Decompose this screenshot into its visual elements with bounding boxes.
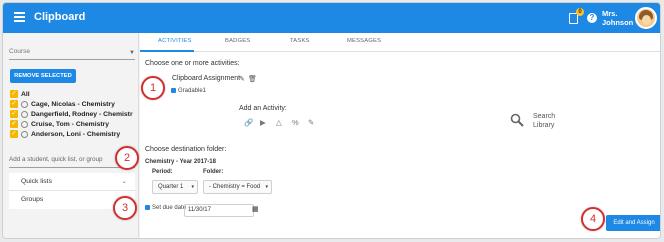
activity-icons: 🔗 ▶ △ % ✎ xyxy=(244,118,324,128)
search-library-label[interactable]: Search Library xyxy=(533,112,555,130)
help-icon[interactable]: ? xyxy=(587,13,597,23)
gradable-checkbox[interactable]: Gradable1 xyxy=(171,88,206,94)
person-icon xyxy=(21,100,28,108)
course-select[interactable]: Course ▼ xyxy=(9,48,135,60)
checkbox-checked-icon[interactable]: ✓ xyxy=(10,120,18,128)
user-name[interactable]: Mrs. Johnson xyxy=(602,9,633,27)
drive-icon[interactable]: △ xyxy=(276,118,282,127)
link-icon[interactable]: 🔗 xyxy=(244,118,253,127)
step-marker-1: 1 xyxy=(141,76,165,100)
student-row-all[interactable]: ✓ All xyxy=(10,89,133,99)
quick-lists-item[interactable]: Quick lists ⌄ xyxy=(9,173,135,191)
assignment-title: Clipboard Assignment xyxy=(172,75,241,82)
folder-select[interactable]: - Chemistry = Food ▾ xyxy=(203,180,272,194)
student-name: Dangerfield, Rodney - Chemistr xyxy=(31,110,133,118)
person-icon xyxy=(21,110,28,118)
choose-folder-label: Choose destination folder: xyxy=(145,146,227,153)
student-name: Cage, Nicolas - Chemistry xyxy=(31,100,115,108)
app-window: Clipboard 0 ? Mrs. Johnson Course ▼ REMO… xyxy=(2,2,661,239)
caret-down-icon: ▼ xyxy=(129,50,135,56)
student-list: ✓ All ✓ Cage, Nicolas - Chemistry ✓ Dang… xyxy=(10,89,133,139)
course-placeholder: Course xyxy=(9,48,30,55)
folder-year: Chemistry - Year 2017-18 xyxy=(145,159,216,165)
tab-messages[interactable]: MESSAGES xyxy=(347,38,381,44)
set-due-date-label: Set due date xyxy=(152,205,187,212)
step-marker-4: 4 xyxy=(581,207,605,231)
link-icon[interactable]: % xyxy=(292,118,299,127)
youtube-icon[interactable]: ▶ xyxy=(260,118,266,127)
app-title: Clipboard xyxy=(34,11,86,23)
student-row[interactable]: ✓ Cage, Nicolas - Chemistry xyxy=(10,99,133,109)
student-name: Cruise, Tom - Chemistry xyxy=(31,120,110,128)
checkbox-checked-icon[interactable]: ✓ xyxy=(10,90,18,98)
period-select[interactable]: Quarter 1 ▾ xyxy=(152,180,198,194)
tab-activities[interactable]: ACTIVITIES xyxy=(158,38,192,44)
user-surname: Johnson xyxy=(602,18,634,27)
search-icon[interactable] xyxy=(510,113,524,127)
user-title: Mrs. xyxy=(602,9,618,18)
student-row[interactable]: ✓ Anderson, Loni - Chemistry xyxy=(10,129,133,139)
student-name: Anderson, Loni - Chemistry xyxy=(31,130,121,138)
person-icon xyxy=(21,120,28,128)
checkbox-checked-icon[interactable]: ✓ xyxy=(10,100,18,108)
checkbox-checked-icon[interactable]: ✓ xyxy=(10,110,18,118)
trash-icon[interactable]: 🗑 xyxy=(248,75,257,83)
pencil-icon[interactable]: ✎ xyxy=(308,118,314,127)
due-date-input[interactable]: 11/30/17 xyxy=(184,204,254,217)
tab-badges[interactable]: BADGES xyxy=(225,38,250,44)
pencil-icon[interactable]: ✎ xyxy=(239,75,245,83)
choose-activities-label: Choose one or more activities: xyxy=(145,60,240,67)
step-marker-3: 3 xyxy=(113,196,137,220)
tab-tasks[interactable]: TASKS xyxy=(290,38,310,44)
notification-badge: 0 xyxy=(576,8,584,16)
add-activity-label: Add an Activity: xyxy=(239,105,287,112)
folder-label: Folder: xyxy=(203,169,224,175)
checkbox-checked-icon[interactable]: ✓ xyxy=(10,130,18,138)
checkbox-checked-icon xyxy=(171,88,176,93)
student-row[interactable]: ✓ Dangerfield, Rodney - Chemistr xyxy=(10,109,133,119)
student-row[interactable]: ✓ Cruise, Tom - Chemistry xyxy=(10,119,133,129)
top-bar: Clipboard 0 ? Mrs. Johnson xyxy=(3,3,660,33)
calendar-icon[interactable]: ▦ xyxy=(252,205,259,213)
remove-selected-button[interactable]: REMOVE SELECTED xyxy=(10,69,76,83)
period-value: Quarter 1 xyxy=(158,184,184,190)
folder-value: - Chemistry = Food xyxy=(209,184,261,190)
quick-lists-label: Quick lists xyxy=(21,178,52,185)
student-name: All xyxy=(21,90,30,98)
set-due-date-checkbox[interactable]: Set due date xyxy=(145,205,186,211)
chevron-down-icon: ⌄ xyxy=(121,178,127,185)
checkbox-checked-icon xyxy=(145,205,150,210)
menu-icon[interactable] xyxy=(14,12,25,22)
gradable-label: Gradable1 xyxy=(178,88,207,95)
step-marker-2: 2 xyxy=(115,146,139,170)
tab-bar: ACTIVITIES BADGES TASKS MESSAGES xyxy=(140,33,660,52)
avatar[interactable] xyxy=(635,7,657,29)
person-icon xyxy=(21,130,28,138)
active-tab-indicator xyxy=(140,50,194,52)
period-label: Period: xyxy=(152,169,173,175)
edit-and-assign-button[interactable]: Edit and Assign xyxy=(606,215,660,231)
main-panel: ACTIVITIES BADGES TASKS MESSAGES Choose … xyxy=(140,33,660,238)
